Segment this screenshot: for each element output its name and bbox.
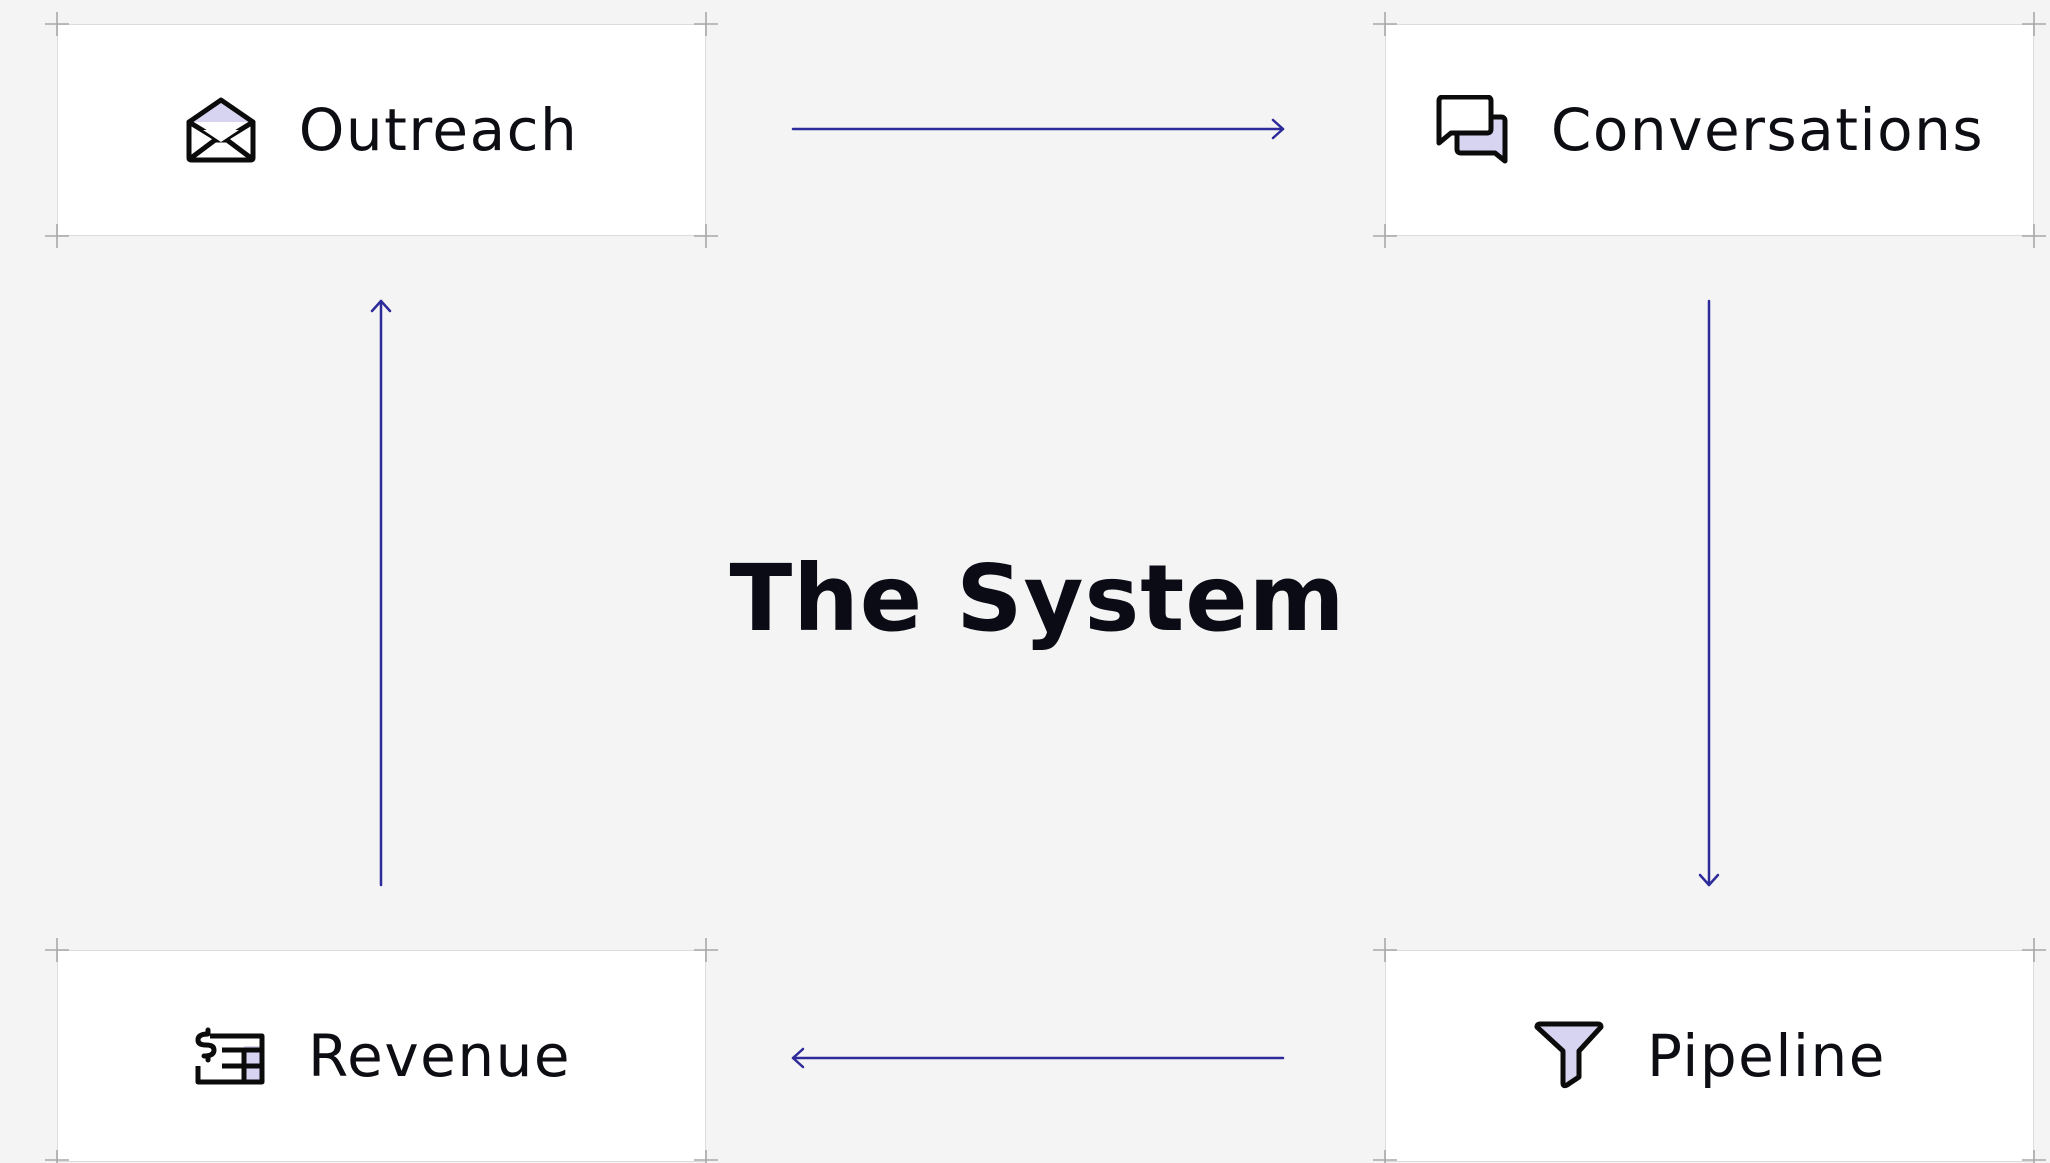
- node-label-outreach: Outreach: [298, 96, 579, 164]
- node-pipeline: Pipeline: [1385, 950, 2034, 1162]
- arrow-outreach-to-conversations: [791, 118, 1285, 140]
- chat-bubbles-icon: [1435, 95, 1509, 165]
- node-label-revenue: Revenue: [307, 1022, 572, 1090]
- arrow-pipeline-to-revenue: [791, 1047, 1285, 1069]
- diagram-title: The System: [729, 545, 1346, 652]
- node-label-pipeline: Pipeline: [1647, 1022, 1886, 1090]
- invoice-dollar-icon: [192, 1026, 266, 1086]
- envelope-open-icon: [185, 96, 257, 164]
- node-revenue: Revenue: [57, 950, 706, 1162]
- node-outreach: Outreach: [57, 24, 706, 236]
- funnel-icon: [1533, 1021, 1605, 1091]
- node-conversations: Conversations: [1385, 24, 2034, 236]
- node-label-conversations: Conversations: [1550, 96, 1985, 164]
- diagram-canvas: Outreach Conversations Revenue Pipeline …: [0, 0, 2050, 1163]
